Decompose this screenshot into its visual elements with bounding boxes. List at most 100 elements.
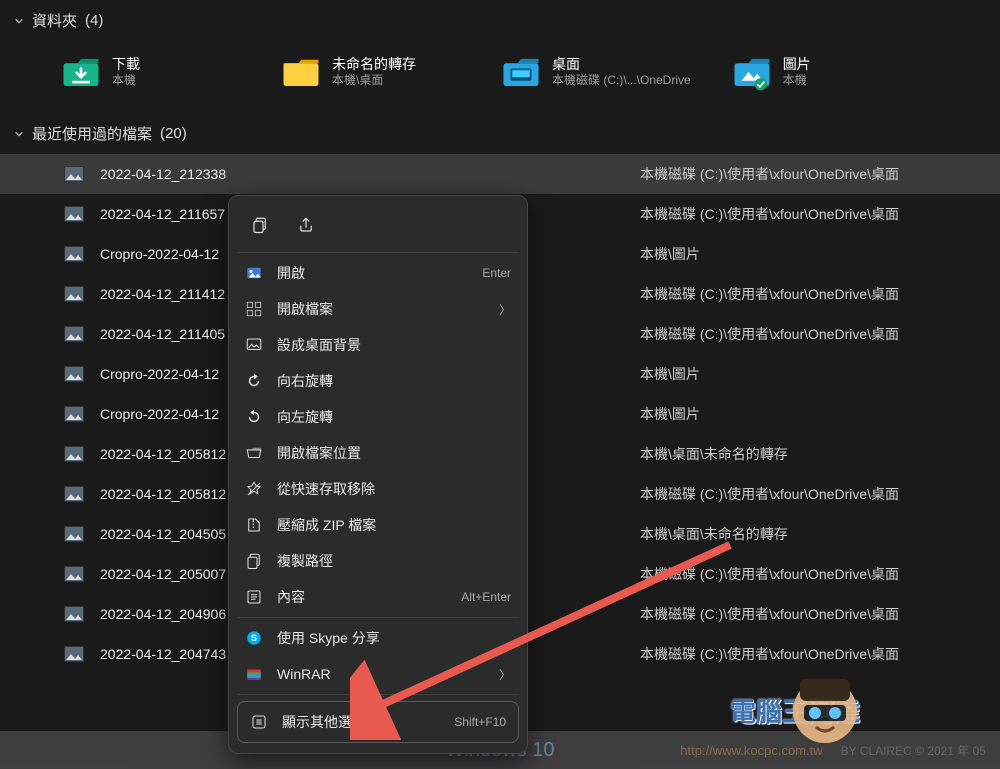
svg-text:S: S — [251, 633, 257, 643]
file-path: 本機磁碟 (C:)\使用者\xfour\OneDrive\桌面 — [640, 284, 899, 304]
separator — [237, 252, 519, 253]
file-thumbnail-icon — [64, 286, 84, 302]
context-menu-label: 開啟檔案位置 — [277, 443, 511, 463]
file-path: 本機磁碟 (C:)\使用者\xfour\OneDrive\桌面 — [640, 324, 899, 344]
context-menu-item[interactable]: 內容 Alt+Enter — [233, 579, 523, 615]
file-thumbnail-icon — [64, 406, 84, 422]
folder-subtitle: 本機\桌面 — [332, 73, 416, 89]
context-menu-label: 向左旋轉 — [277, 407, 511, 427]
more-options-icon — [250, 713, 268, 731]
file-name: 2022-04-12_212338 — [100, 166, 640, 182]
pictures-folder-icon — [731, 51, 773, 93]
context-menu-item[interactable]: WinRAR 〉 — [233, 656, 523, 692]
context-menu-item[interactable]: 設成桌面背景 — [233, 327, 523, 363]
context-menu-item[interactable]: 向左旋轉 — [233, 399, 523, 435]
separator — [237, 617, 519, 618]
zip-icon — [245, 516, 263, 534]
context-menu-item[interactable]: 壓縮成 ZIP 檔案 — [233, 507, 523, 543]
file-path: 本機\圖片 — [640, 404, 700, 424]
file-thumbnail-icon — [64, 526, 84, 542]
context-menu-label: 使用 Skype 分享 — [277, 628, 511, 648]
file-thumbnail-icon — [64, 646, 84, 662]
file-path: 本機\圖片 — [640, 244, 700, 264]
separator — [237, 694, 519, 695]
file-thumbnail-icon — [64, 606, 84, 622]
file-path: 本機磁碟 (C:)\使用者\xfour\OneDrive\桌面 — [640, 204, 899, 224]
context-menu-label: 開啟檔案 — [277, 299, 485, 319]
context-menu-item[interactable]: 複製路徑 — [233, 543, 523, 579]
file-thumbnail-icon — [64, 566, 84, 582]
download-folder-icon — [60, 51, 102, 93]
image-icon — [245, 264, 263, 282]
chevron-right-icon: 〉 — [499, 666, 511, 683]
folder-subtitle: 本機磁碟 (C:)\...\OneDrive — [552, 73, 691, 89]
context-menu-item[interactable]: S 使用 Skype 分享 — [233, 620, 523, 656]
folders-row: 下載 本機 未命名的轉存 本機\桌面 桌面 本機磁碟 (C:)\...\OneD… — [0, 41, 1000, 113]
skype-icon: S — [245, 629, 263, 647]
file-path: 本機\圖片 — [640, 364, 700, 384]
context-menu-label: 設成桌面背景 — [277, 335, 511, 355]
folder-pictures[interactable]: 圖片 本機 — [731, 51, 911, 93]
context-menu-item[interactable]: 開啟檔案位置 — [233, 435, 523, 471]
apps-icon — [245, 300, 263, 318]
context-menu-quick-actions — [233, 200, 523, 250]
chevron-right-icon: 〉 — [499, 301, 511, 318]
desktop-folder-icon — [500, 51, 542, 93]
unpin-icon — [245, 480, 263, 498]
folder-unnamed-export[interactable]: 未命名的轉存 本機\桌面 — [280, 51, 460, 93]
file-path: 本機磁碟 (C:)\使用者\xfour\OneDrive\桌面 — [640, 564, 899, 584]
context-menu-label: 開啟 — [277, 263, 468, 283]
section-count: (4) — [85, 12, 103, 29]
file-path: 本機磁碟 (C:)\使用者\xfour\OneDrive\桌面 — [640, 604, 899, 624]
file-thumbnail-icon — [64, 366, 84, 382]
rotate-left-icon — [245, 408, 263, 426]
file-explorer-window: 資料夾 (4) 下載 本機 未命名的轉存 本機\桌面 — [0, 0, 1000, 769]
section-header-recent[interactable]: 最近使用過的檔案 (20) — [0, 113, 1000, 154]
file-path: 本機\桌面\未命名的轉存 — [640, 524, 788, 544]
file-row[interactable]: 2022-04-12_212338本機磁碟 (C:)\使用者\xfour\One… — [0, 154, 1000, 194]
file-thumbnail-icon — [64, 206, 84, 222]
copy-icon[interactable] — [243, 208, 277, 242]
wallpaper-icon — [245, 336, 263, 354]
folder-downloads[interactable]: 下載 本機 — [60, 51, 240, 93]
folder-subtitle: 本機 — [112, 73, 140, 89]
section-header-folders[interactable]: 資料夾 (4) — [0, 0, 1000, 41]
folder-title: 桌面 — [552, 55, 691, 73]
chevron-down-icon — [14, 129, 24, 139]
context-menu-label: 壓縮成 ZIP 檔案 — [277, 515, 511, 535]
context-menu-label: 從快速存取移除 — [277, 479, 511, 499]
winrar-icon — [245, 665, 263, 683]
file-thumbnail-icon — [64, 326, 84, 342]
context-menu-shortcut: Shift+F10 — [454, 715, 506, 729]
context-menu-label: 向右旋轉 — [277, 371, 511, 391]
context-menu-label: 內容 — [277, 587, 447, 607]
folder-title: 未命名的轉存 — [332, 55, 416, 73]
section-label: 資料夾 — [32, 10, 77, 31]
context-menu-item[interactable]: 開啟檔案〉 — [233, 291, 523, 327]
file-path: 本機\桌面\未命名的轉存 — [640, 444, 788, 464]
section-label: 最近使用過的檔案 — [32, 123, 152, 144]
chevron-down-icon — [14, 16, 24, 26]
file-thumbnail-icon — [64, 446, 84, 462]
file-path: 本機磁碟 (C:)\使用者\xfour\OneDrive\桌面 — [640, 164, 899, 184]
share-icon[interactable] — [289, 208, 323, 242]
context-menu-item[interactable]: 向右旋轉 — [233, 363, 523, 399]
folder-title: 下載 — [112, 55, 140, 73]
file-thumbnail-icon — [64, 166, 84, 182]
context-menu-item[interactable]: 開啟 Enter — [233, 255, 523, 291]
file-thumbnail-icon — [64, 486, 84, 502]
folder-title: 圖片 — [783, 55, 811, 73]
context-menu-show-more[interactable]: 顯示其他選項 Shift+F10 — [237, 701, 519, 743]
context-menu-item[interactable]: 從快速存取移除 — [233, 471, 523, 507]
watermark-mascot-icon — [780, 661, 870, 751]
context-menu-shortcut: Alt+Enter — [461, 590, 511, 604]
context-menu-shortcut: Enter — [482, 266, 511, 280]
section-count: (20) — [160, 125, 187, 142]
folder-desktop[interactable]: 桌面 本機磁碟 (C:)\...\OneDrive — [500, 51, 691, 93]
folder-subtitle: 本機 — [783, 73, 811, 89]
context-menu: 開啟Enter開啟檔案〉設成桌面背景向右旋轉向左旋轉開啟檔案位置從快速存取移除壓… — [228, 195, 528, 754]
folder-open-icon — [245, 444, 263, 462]
file-path: 本機磁碟 (C:)\使用者\xfour\OneDrive\桌面 — [640, 484, 899, 504]
context-menu-label: 顯示其他選項 — [282, 712, 440, 732]
context-menu-label: WinRAR — [277, 666, 485, 682]
